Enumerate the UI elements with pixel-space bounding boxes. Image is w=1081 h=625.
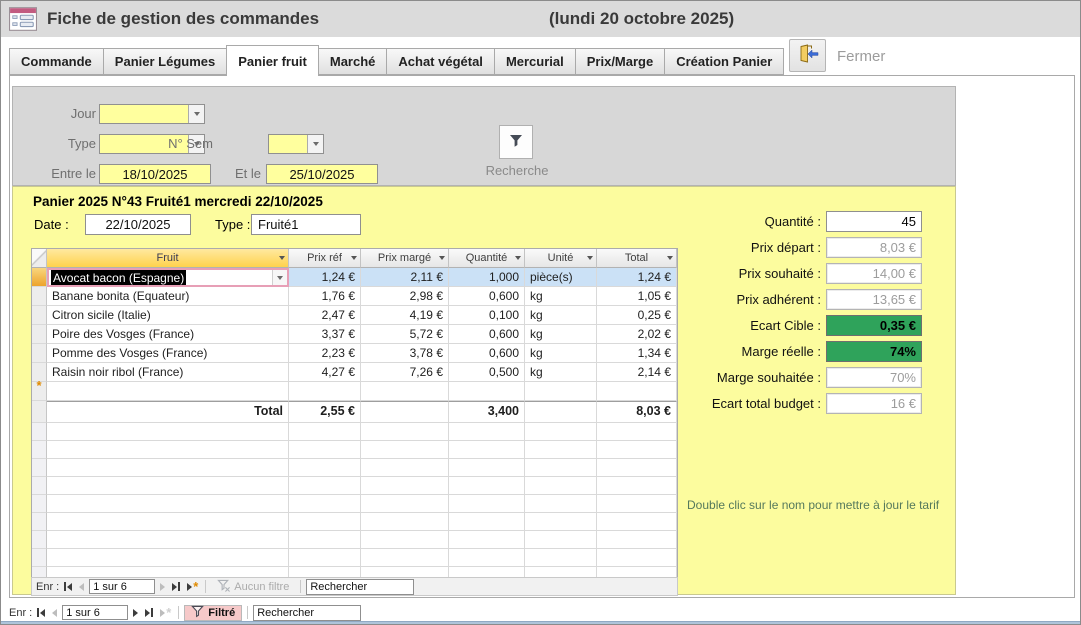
subform-search-input[interactable] xyxy=(306,579,414,595)
filtered-button[interactable]: Filtré xyxy=(184,605,242,621)
tab-panier-fruit[interactable]: Panier fruit xyxy=(226,45,319,76)
last-record-button[interactable] xyxy=(143,607,155,618)
date-fin-input[interactable] xyxy=(266,164,378,184)
new-record-button[interactable]: * xyxy=(158,608,173,618)
funnel-x-icon xyxy=(217,579,231,595)
tab-commande[interactable]: Commande xyxy=(9,48,104,75)
jour-combobox[interactable] xyxy=(99,104,205,124)
summary-field-ecart-total-budget: 16 € xyxy=(826,393,922,414)
record-counter-label: Enr : xyxy=(9,607,32,619)
summary-field-marge-reelle: 74% xyxy=(826,341,922,362)
panier-title: Panier 2025 N°43 Fruité1 mercredi 22/10/… xyxy=(33,194,323,209)
summary-label-prix-adherent: Prix adhérent : xyxy=(573,289,821,310)
summary-label-marge-souhaitee: Marge souhaitée : xyxy=(573,367,821,388)
et-le-label: Et le xyxy=(178,164,261,184)
first-record-button[interactable] xyxy=(62,581,74,592)
summary-field-prix-depart: 8,03 € xyxy=(826,237,922,258)
window-date: (lundi 20 octobre 2025) xyxy=(549,9,734,29)
summary-field-ecart-cible: 0,35 € xyxy=(826,315,922,336)
window-title: Fiche de gestion des commandes xyxy=(47,9,319,29)
previous-record-button[interactable] xyxy=(50,608,59,618)
tab-page-panier-fruit: Jour Type N° Sem Entre le Et le xyxy=(9,75,1075,598)
mainform-search-input[interactable] xyxy=(253,605,361,621)
tab-strip: CommandePanier LégumesPanier fruitMarché… xyxy=(9,45,783,75)
entre-le-label: Entre le xyxy=(13,164,96,184)
chevron-down-icon[interactable] xyxy=(307,135,323,153)
first-record-button[interactable] xyxy=(35,607,47,618)
panier-fruit-subform: Panier 2025 N°43 Fruité1 mercredi 22/10/… xyxy=(12,186,956,595)
title-bar: Fiche de gestion des commandes (lundi 20… xyxy=(1,1,1080,37)
summary-label-ecart-total-budget: Ecart total budget : xyxy=(573,393,821,414)
record-counter-label: Enr : xyxy=(36,581,59,593)
order-management-window: Fiche de gestion des commandes (lundi 20… xyxy=(0,0,1081,625)
exit-door-icon xyxy=(797,44,819,67)
search-filter-button[interactable] xyxy=(499,125,533,159)
summary-field-prix-adherent: 13,65 € xyxy=(826,289,922,310)
tab-panier-legumes[interactable]: Panier Légumes xyxy=(103,48,227,75)
record-position-input[interactable] xyxy=(89,579,155,594)
last-record-button[interactable] xyxy=(170,581,182,592)
tab-mercurial[interactable]: Mercurial xyxy=(494,48,576,75)
summary-field-marge-souhaitee: 70% xyxy=(826,367,922,388)
summary-label-ecart-cible: Ecart Cible : xyxy=(573,315,821,336)
record-position-input[interactable] xyxy=(62,605,128,620)
close-button-label: Fermer xyxy=(837,48,885,65)
tab-achat-vegetal[interactable]: Achat végétal xyxy=(386,48,495,75)
semaine-combobox[interactable] xyxy=(268,134,324,154)
subform-record-navigator: Enr : * Aucun filtre xyxy=(31,577,678,596)
nsem-label: N° Sem xyxy=(130,134,213,154)
summary-label-marge-reelle: Marge réelle : xyxy=(573,341,821,362)
form-icon xyxy=(9,6,37,32)
mainform-record-navigator: Enr : * Filtré xyxy=(9,603,361,622)
window-bottom-edge xyxy=(1,621,1080,624)
tab-marche[interactable]: Marché xyxy=(318,48,388,75)
jour-label: Jour xyxy=(13,104,96,124)
next-record-button[interactable] xyxy=(158,582,167,592)
summary-field-quantite[interactable]: 45 xyxy=(826,211,922,232)
summary-label-prix-depart: Prix départ : xyxy=(573,237,821,258)
previous-record-button[interactable] xyxy=(77,582,86,592)
filter-panel: Jour Type N° Sem Entre le Et le xyxy=(12,86,956,186)
double-click-note: Double clic sur le nom pour mettre à jou… xyxy=(687,498,939,512)
funnel-icon xyxy=(191,605,205,621)
new-record-button[interactable]: * xyxy=(185,582,200,592)
type-label: Type xyxy=(13,134,96,154)
summary-label-prix-souhaite: Prix souhaité : xyxy=(573,263,821,284)
funnel-icon xyxy=(508,133,524,152)
chevron-down-icon[interactable] xyxy=(188,105,204,123)
next-record-button[interactable] xyxy=(131,608,140,618)
summary-field-prix-souhaite: 14,00 € xyxy=(826,263,922,284)
close-form-button[interactable] xyxy=(789,39,826,72)
tab-creation-panier[interactable]: Création Panier xyxy=(664,48,784,75)
tab-prix-marge[interactable]: Prix/Marge xyxy=(575,48,665,75)
summary-label-quantite: Quantité : xyxy=(573,211,821,232)
search-button-label: Recherche xyxy=(469,163,565,178)
no-filter-button[interactable]: Aucun filtre xyxy=(211,579,295,595)
